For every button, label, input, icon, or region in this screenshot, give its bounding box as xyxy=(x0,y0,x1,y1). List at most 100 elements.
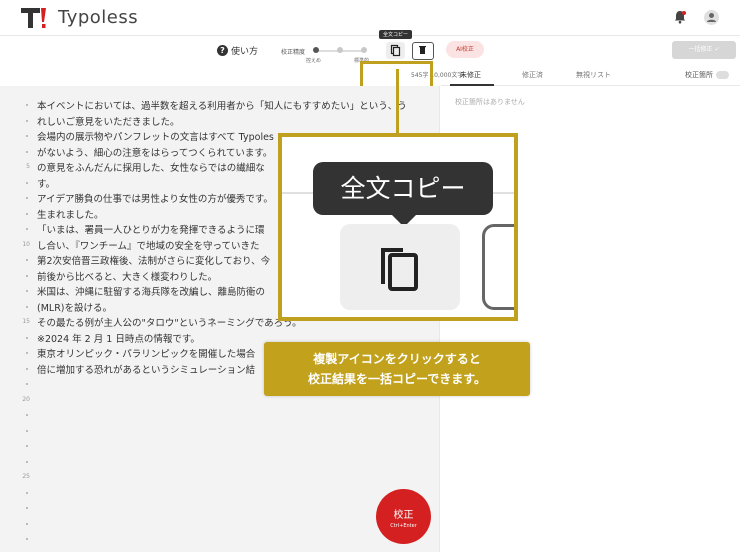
line-number: 15 xyxy=(22,318,30,325)
line-marker xyxy=(26,414,28,416)
line-text: の意見をふんだんに採用した、女性ならではの繊細な xyxy=(37,163,265,174)
fix-location-toggle-row: 校正箇所 xyxy=(685,70,729,80)
delete-all-button[interactable] xyxy=(412,42,434,60)
fix-location-label: 校正箇所 xyxy=(685,71,713,79)
editor-line[interactable] xyxy=(0,423,440,438)
line-marker xyxy=(26,383,28,385)
proofread-button[interactable]: 校正 Ctrl+Enter xyxy=(376,489,431,544)
caption-line-1: 複製アイコンをクリックすると xyxy=(313,352,481,366)
zoom-delete-button xyxy=(482,224,514,310)
slider-stop-strict[interactable] xyxy=(361,47,367,53)
editor-line[interactable] xyxy=(0,531,440,546)
line-marker xyxy=(26,336,28,339)
line-text: 米国は、沖縄に駐留する海兵隊を改編し、離島防衛の xyxy=(37,287,266,298)
tab-ignore-list[interactable]: 無視リスト xyxy=(576,70,611,80)
copy-tooltip: 全文コピー xyxy=(379,30,413,39)
tick-label-reserved: 控えめ xyxy=(306,58,322,64)
empty-message: 校正箇所はありません xyxy=(455,98,525,106)
line-marker xyxy=(26,181,28,184)
fix-location-toggle[interactable] xyxy=(716,71,729,79)
line-marker xyxy=(26,445,28,447)
user-avatar[interactable] xyxy=(704,10,719,25)
slider-stop-standard[interactable] xyxy=(337,47,343,53)
editor-line[interactable] xyxy=(0,500,440,515)
bulk-fix-label: 一括修正 xyxy=(688,46,713,53)
line-text: 本イベントにおいては、過半数を超える利用者から「知人にもすすめたい」という、う xyxy=(37,101,407,112)
instruction-caption: 複製アイコンをクリックすると 校正結果を一括コピーできます。 xyxy=(264,342,530,396)
line-marker xyxy=(26,228,28,230)
line-marker xyxy=(26,491,28,494)
line-text: 生まれました。 xyxy=(37,209,104,221)
line-marker xyxy=(26,507,28,509)
line-text: し合い、『ワンチーム』で地域の安全を守っていきた xyxy=(37,240,260,252)
line-number: 25 xyxy=(22,473,30,480)
line-number: 20 xyxy=(22,395,30,403)
line-marker xyxy=(26,290,28,292)
line-text: す。 xyxy=(37,178,56,190)
proofread-label: 校正 xyxy=(393,510,414,521)
line-marker xyxy=(26,367,28,370)
trash-icon xyxy=(419,46,426,54)
tab-unfixed[interactable]: 未修正 xyxy=(460,70,481,80)
editor-line[interactable] xyxy=(0,485,440,500)
check-icon: ✓ xyxy=(714,46,720,53)
editor-line[interactable] xyxy=(0,407,440,422)
ai-proofread-button[interactable]: AI校正 xyxy=(446,41,484,58)
editor-line[interactable]: 本イベントにおいては、過半数を超える利用者から「知人にもすすめたい」という、う xyxy=(0,97,440,112)
line-marker xyxy=(26,197,28,199)
zoom-copy-button xyxy=(340,224,460,310)
zoom-callout: 全文コピー xyxy=(278,133,518,321)
editor-line[interactable] xyxy=(0,438,440,453)
line-number: 5 xyxy=(26,163,30,170)
line-marker xyxy=(26,429,28,432)
editor-line[interactable] xyxy=(0,454,440,469)
question-icon: ? xyxy=(217,45,228,56)
app-header: Typoless xyxy=(0,0,740,36)
line-marker xyxy=(26,352,28,354)
zoom-copy-icon xyxy=(381,248,418,291)
typoless-logo-icon[interactable] xyxy=(20,6,48,30)
help-label: 使い方 xyxy=(231,47,259,57)
active-tab-indicator xyxy=(450,84,494,86)
line-number: 10 xyxy=(22,240,30,248)
line-marker xyxy=(26,274,28,277)
line-marker xyxy=(26,119,28,122)
line-text: 会場内の展示物やパンフレットの文言はすべて Typoles xyxy=(37,132,274,143)
slider-knob-reserved[interactable] xyxy=(313,47,319,53)
line-text: 東京オリンピック・パラリンピックを開催した場合 xyxy=(37,349,256,360)
copy-all-button[interactable] xyxy=(386,42,405,59)
proofread-shortcut: Ctrl+Enter xyxy=(390,523,417,529)
editor-line[interactable] xyxy=(0,516,440,531)
line-marker xyxy=(26,460,28,463)
line-marker xyxy=(26,305,28,308)
line-text: がないよう、細心の注意をはらってつくられています。 xyxy=(37,147,273,159)
line-marker xyxy=(26,150,28,153)
bulk-fix-button[interactable]: 一括修正 ✓ xyxy=(672,41,736,59)
help-button[interactable]: ? 使い方 xyxy=(217,44,258,57)
line-text: 倍に増加する恐れがあるというシミュレーション結 xyxy=(37,364,256,376)
line-marker xyxy=(26,259,28,261)
line-text: ※2024 年 2 月 1 日時点の情報です。 xyxy=(37,333,200,345)
editor-line[interactable]: れしいご意見をいただきました。 xyxy=(0,113,440,128)
tab-fixed[interactable]: 修正済 xyxy=(522,70,543,80)
line-marker xyxy=(26,212,28,215)
line-text: 第2次安倍晋三政権後、法制がさらに変化しており、今 xyxy=(37,256,271,267)
editor-line[interactable]: 25 xyxy=(0,469,440,484)
user-icon xyxy=(707,13,716,22)
accuracy-label: 校正精度 xyxy=(281,49,306,56)
line-text: その最たる例が主人公の"タロウ"というネーミングであろう。 xyxy=(37,318,302,329)
line-text: れしいご意見をいただきました。 xyxy=(37,116,180,128)
logo-text: Typoless xyxy=(58,7,139,28)
zoom-copy-tooltip: 全文コピー xyxy=(313,162,493,215)
line-marker xyxy=(26,538,28,540)
line-marker xyxy=(26,135,28,137)
copy-icon xyxy=(390,44,401,57)
line-text: 「いまは、署員一人ひとりが力を発揮できるように環 xyxy=(37,225,265,236)
line-marker xyxy=(26,104,28,106)
callout-connector xyxy=(396,69,399,133)
line-marker xyxy=(26,522,28,525)
line-text: アイデア勝負の仕事では男性より女性の方が優秀です。 xyxy=(37,194,273,205)
line-text: 前後から比べると、大きく様変わりした。 xyxy=(37,271,218,283)
line-text: (MLR)を設ける。 xyxy=(37,302,113,314)
notification-bell-icon[interactable] xyxy=(673,10,687,24)
